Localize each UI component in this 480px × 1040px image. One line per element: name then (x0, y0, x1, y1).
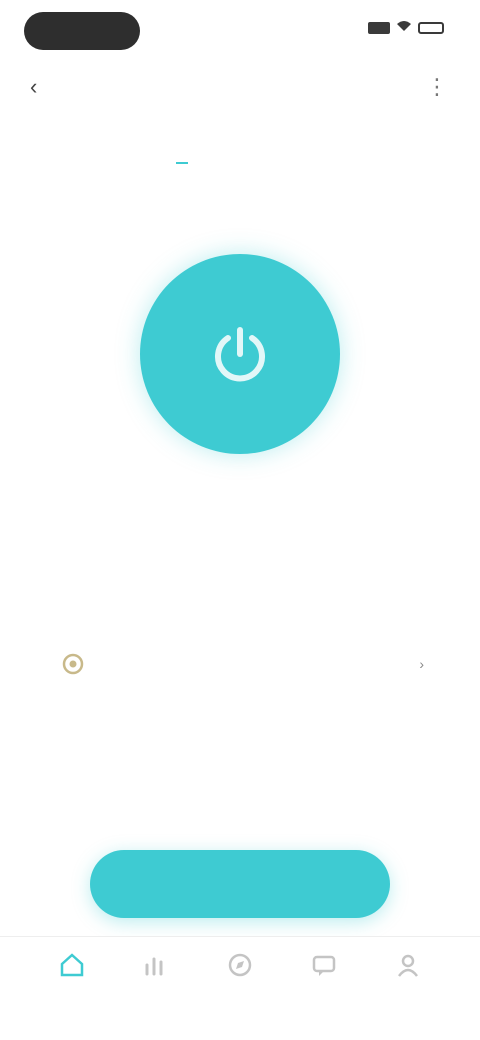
settings-row-value-wrap: › (411, 656, 424, 672)
gear-icon (62, 653, 84, 675)
message-icon (312, 955, 336, 976)
status-indicators (368, 20, 444, 35)
tabbar-item-message[interactable] (294, 951, 354, 1040)
signal-icon (368, 21, 390, 34)
tab-1[interactable] (176, 124, 188, 164)
power-icon (215, 327, 265, 382)
home-icon (60, 953, 84, 977)
back-arrow-icon[interactable]: ‹ (30, 74, 37, 100)
tab-2[interactable] (234, 124, 246, 164)
more-icon[interactable]: ⋮ (426, 74, 448, 100)
tabbar-item-user[interactable] (378, 951, 438, 1040)
tabbar-item-home[interactable] (42, 951, 102, 1040)
wifi-icon (396, 20, 412, 35)
nav-bar: ‹ ⋮ (0, 62, 480, 114)
chart-icon (145, 957, 163, 976)
bottom-tab-bar (0, 936, 480, 1040)
settings-row[interactable]: › (60, 644, 424, 684)
primary-action-button[interactable] (90, 850, 390, 918)
main-action-circle[interactable] (140, 254, 340, 454)
tab-3[interactable] (292, 124, 304, 164)
tab-strip (0, 124, 480, 164)
status-bar (0, 0, 480, 64)
chevron-right-icon: › (419, 656, 424, 672)
status-time (24, 12, 140, 50)
compass-icon (228, 953, 252, 977)
tabbar-item-compass[interactable] (210, 951, 270, 1040)
user-icon (398, 954, 418, 977)
battery-icon (418, 21, 444, 34)
tabbar-item-chart[interactable] (126, 951, 186, 1040)
